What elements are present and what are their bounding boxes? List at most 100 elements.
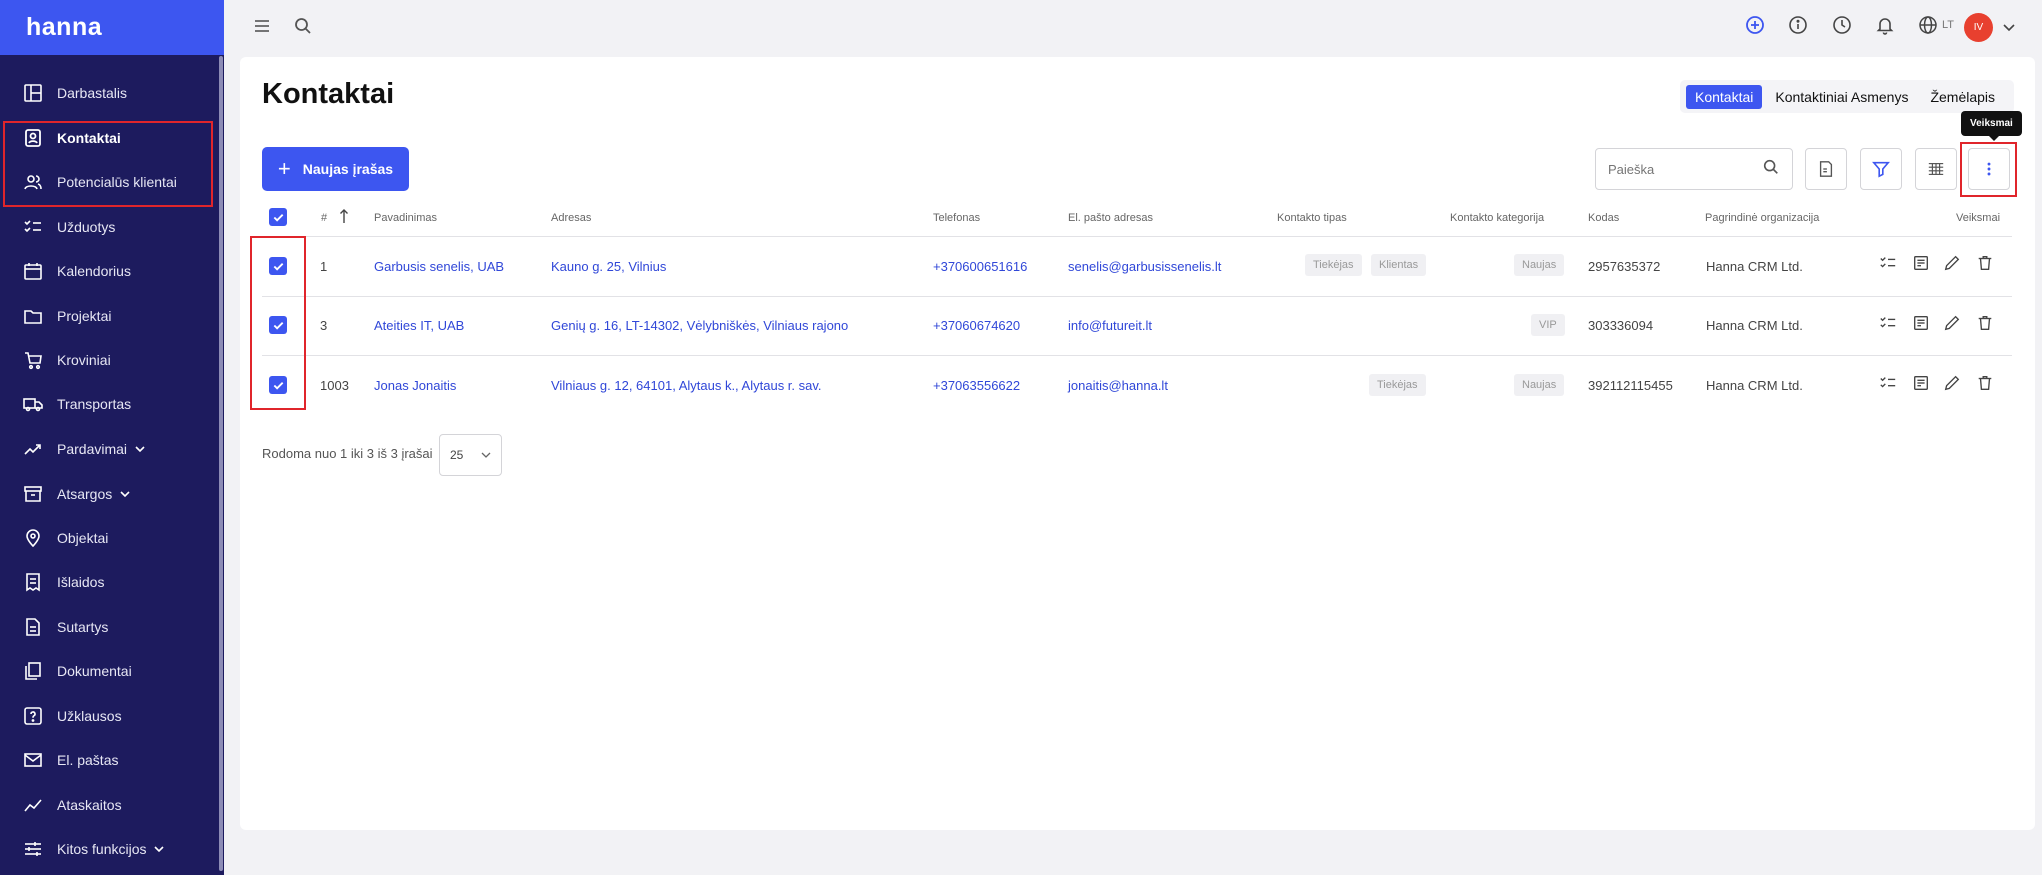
- export-button[interactable]: [1805, 148, 1847, 190]
- filter-button[interactable]: [1860, 148, 1902, 190]
- category-badge: VIP: [1531, 314, 1565, 336]
- add-circle-icon[interactable]: [1744, 14, 1766, 36]
- sidebar-item-uzduotys[interactable]: Užduotys: [0, 207, 218, 247]
- column-header-phone[interactable]: Telefonas: [933, 212, 980, 224]
- reports-icon: [22, 794, 44, 816]
- edit-icon[interactable]: [1942, 313, 1962, 333]
- row-number: 3: [320, 318, 328, 333]
- search-input[interactable]: [1608, 161, 1758, 177]
- edit-icon[interactable]: [1942, 373, 1962, 393]
- tab-kontaktiniai-asmenys[interactable]: Kontaktiniai Asmenys: [1766, 85, 1917, 109]
- page-size-select[interactable]: 25: [439, 434, 502, 476]
- chevron-down-icon[interactable]: [1998, 16, 2020, 38]
- sidebar-item-uzklausos[interactable]: Užklausos: [0, 696, 218, 736]
- sidebar-item-dokumentai[interactable]: Dokumentai: [0, 651, 218, 691]
- sidebar-item-transportas[interactable]: Transportas: [0, 384, 218, 424]
- type-badge: Tiekėjas: [1369, 374, 1426, 396]
- chevron-down-icon[interactable]: [118, 487, 132, 501]
- address-link[interactable]: Genių g. 16, LT-14302, Vėlybniškės, Viln…: [551, 318, 848, 333]
- column-header-type[interactable]: Kontakto tipas: [1277, 212, 1347, 224]
- email-link[interactable]: senelis@garbusissenelis.lt: [1068, 259, 1221, 274]
- info-icon[interactable]: [1787, 14, 1809, 36]
- tasks-icon[interactable]: [1878, 313, 1898, 333]
- chevron-down-icon[interactable]: [152, 842, 166, 856]
- sidebar-item-el-pastas[interactable]: El. paštas: [0, 740, 218, 780]
- tasks-icon[interactable]: [1878, 373, 1898, 393]
- globe-icon[interactable]: [1917, 14, 1939, 36]
- code-value: 392112115455: [1588, 378, 1673, 393]
- tasks-icon[interactable]: [1878, 253, 1898, 273]
- sidebar-item-label: Kitos funkcijos: [57, 841, 147, 857]
- sidebar-item-sutartys[interactable]: Sutartys: [0, 607, 218, 647]
- top-bar: [224, 0, 2042, 55]
- column-header-address[interactable]: Adresas: [551, 212, 591, 224]
- columns-grid-icon: [1928, 163, 1944, 175]
- chevron-down-icon[interactable]: [133, 442, 147, 456]
- page-title: Kontaktai: [262, 78, 395, 110]
- address-link[interactable]: Vilniaus g. 12, 64101, Alytaus k., Alyta…: [551, 378, 822, 393]
- contact-name-link[interactable]: Ateities IT, UAB: [374, 318, 464, 333]
- language-label[interactable]: LT: [1942, 19, 1954, 31]
- columns-button[interactable]: [1915, 148, 1957, 190]
- bell-icon[interactable]: [1874, 14, 1896, 36]
- highlight-frame-actions: [1960, 142, 2017, 197]
- phone-link[interactable]: +37063556622: [933, 378, 1020, 393]
- column-header-email[interactable]: El. pašto adresas: [1068, 212, 1153, 224]
- sidebar-item-projektai[interactable]: Projektai: [0, 296, 218, 336]
- note-icon[interactable]: [1911, 373, 1931, 393]
- contact-name-link[interactable]: Jonas Jonaitis: [374, 378, 456, 393]
- clock-icon[interactable]: [1831, 14, 1853, 36]
- filter-icon: [1872, 161, 1890, 178]
- column-header-category[interactable]: Kontakto kategorija: [1450, 212, 1544, 224]
- column-header-num[interactable]: #: [321, 212, 327, 224]
- mail-icon: [22, 749, 44, 771]
- sidebar-item-kitos-funkcijos[interactable]: Kitos funkcijos: [0, 829, 218, 869]
- note-icon[interactable]: [1911, 313, 1931, 333]
- sidebar-item-kalendorius[interactable]: Kalendorius: [0, 251, 218, 291]
- truck-icon: [22, 393, 44, 415]
- sidebar-item-islaidos[interactable]: Išlaidos: [0, 562, 218, 602]
- location-pin-icon: [22, 527, 44, 549]
- sidebar-item-objektai[interactable]: Objektai: [0, 518, 218, 558]
- sidebar-scrollbar[interactable]: [219, 56, 223, 871]
- sidebar-item-label: Projektai: [57, 308, 112, 324]
- menu-icon[interactable]: [251, 15, 273, 37]
- phone-link[interactable]: +370600651616: [933, 259, 1027, 274]
- documents-icon: [22, 660, 44, 682]
- sidebar-item-pardavimai[interactable]: Pardavimai: [0, 429, 218, 469]
- search-icon[interactable]: [1762, 158, 1780, 181]
- sort-asc-icon[interactable]: [338, 208, 350, 224]
- edit-icon[interactable]: [1942, 253, 1962, 273]
- app-logo[interactable]: hanna: [0, 0, 224, 55]
- sidebar-item-atsargos[interactable]: Atsargos: [0, 474, 218, 514]
- address-link[interactable]: Kauno g. 25, Vilnius: [551, 259, 666, 274]
- email-link[interactable]: jonaitis@hanna.lt: [1068, 378, 1168, 393]
- search-box[interactable]: [1595, 148, 1793, 190]
- tab-kontaktai[interactable]: Kontaktai: [1686, 84, 1763, 109]
- column-header-code[interactable]: Kodas: [1588, 212, 1619, 224]
- delete-icon[interactable]: [1975, 313, 1995, 333]
- new-record-button[interactable]: + Naujas įrašas: [262, 147, 409, 191]
- sidebar-item-ataskaitos[interactable]: Ataskaitos: [0, 785, 218, 825]
- divider: [262, 355, 2012, 356]
- sidebar-item-kroviniai[interactable]: Kroviniai: [0, 340, 218, 380]
- email-link[interactable]: info@futureit.lt: [1068, 318, 1152, 333]
- delete-icon[interactable]: [1975, 253, 1995, 273]
- sidebar-item-label: Transportas: [57, 396, 132, 412]
- archive-icon: [22, 483, 44, 505]
- tab-zemelapis[interactable]: Žemėlapis: [1921, 85, 2004, 109]
- phone-link[interactable]: +37060674620: [933, 318, 1020, 333]
- highlight-frame-sidebar: [3, 121, 213, 207]
- search-icon[interactable]: [292, 15, 314, 37]
- column-header-org[interactable]: Pagrindinė organizacija: [1705, 212, 1819, 224]
- user-avatar[interactable]: IV: [1964, 13, 1993, 42]
- sliders-icon: [22, 838, 44, 860]
- delete-icon[interactable]: [1975, 373, 1995, 393]
- note-icon[interactable]: [1911, 253, 1931, 273]
- contract-icon: [22, 616, 44, 638]
- column-header-name[interactable]: Pavadinimas: [374, 212, 437, 224]
- contact-name-link[interactable]: Garbusis senelis, UAB: [374, 259, 504, 274]
- select-all-checkbox[interactable]: [269, 208, 287, 226]
- sidebar-item-darbastalis[interactable]: Darbastalis: [0, 73, 218, 113]
- check-icon: [273, 213, 283, 222]
